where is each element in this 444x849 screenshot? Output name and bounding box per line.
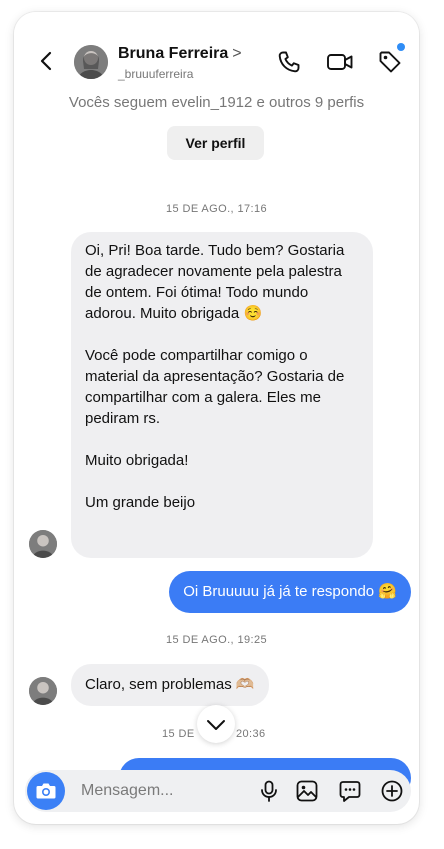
mutual-followers-text: Vocês seguem evelin_1912 e outros 9 perf…: [68, 94, 365, 111]
back-chevron-icon[interactable]: [36, 50, 58, 72]
message-composer: [25, 770, 411, 812]
tag-icon[interactable]: [377, 49, 403, 75]
camera-button[interactable]: [27, 772, 65, 810]
video-camera-icon[interactable]: [326, 49, 354, 75]
microphone-icon[interactable]: [257, 779, 281, 803]
timestamp: 15 DE AGO., 19:25: [166, 634, 267, 646]
timestamp-time: 20:36: [236, 728, 266, 740]
timestamp-date: 15 DE: [162, 728, 195, 740]
camera-icon: [36, 783, 56, 799]
sender-avatar[interactable]: [29, 677, 57, 705]
chevron-down-icon: [207, 720, 225, 730]
chat-screen: Bruna Ferreira > _bruuuferreira Vocês seg…: [14, 12, 419, 824]
incoming-message[interactable]: Oi, Pri! Boa tarde. Tudo bem? Gostaria d…: [71, 232, 373, 558]
phone-icon[interactable]: [276, 49, 302, 75]
avatar[interactable]: [74, 45, 108, 79]
contact-name[interactable]: Bruna Ferreira >: [118, 45, 242, 63]
chevron-right-icon: >: [232, 45, 242, 62]
incoming-message[interactable]: Claro, sem problemas 🫶🏼: [71, 664, 269, 706]
message-paragraph: Você pode compartilhar comigo o material…: [85, 347, 345, 427]
view-profile-button[interactable]: Ver perfil: [167, 126, 264, 160]
timestamp: 15 DE AGO., 17:16: [166, 203, 267, 215]
message-paragraph: Um grande beijo: [85, 494, 196, 511]
plus-circle-icon[interactable]: [380, 779, 404, 803]
sender-avatar[interactable]: [29, 530, 57, 558]
notification-dot: [397, 43, 405, 51]
gallery-icon[interactable]: [295, 779, 319, 803]
outgoing-message[interactable]: Oi Bruuuuu já já te respondo 🤗: [169, 571, 411, 613]
message-paragraph: Muito obrigada!: [85, 452, 189, 469]
contact-name-text: Bruna Ferreira: [118, 45, 229, 62]
message-paragraph: Oi, Pri! Boa tarde. Tudo bem? Gostaria d…: [85, 242, 345, 322]
scroll-to-bottom-button[interactable]: [197, 705, 235, 743]
contact-handle: _bruuuferreira: [118, 67, 194, 81]
chat-sticker-icon[interactable]: [338, 779, 362, 803]
message-input[interactable]: [69, 770, 239, 812]
chat-header: Bruna Ferreira > _bruuuferreira: [14, 12, 419, 90]
